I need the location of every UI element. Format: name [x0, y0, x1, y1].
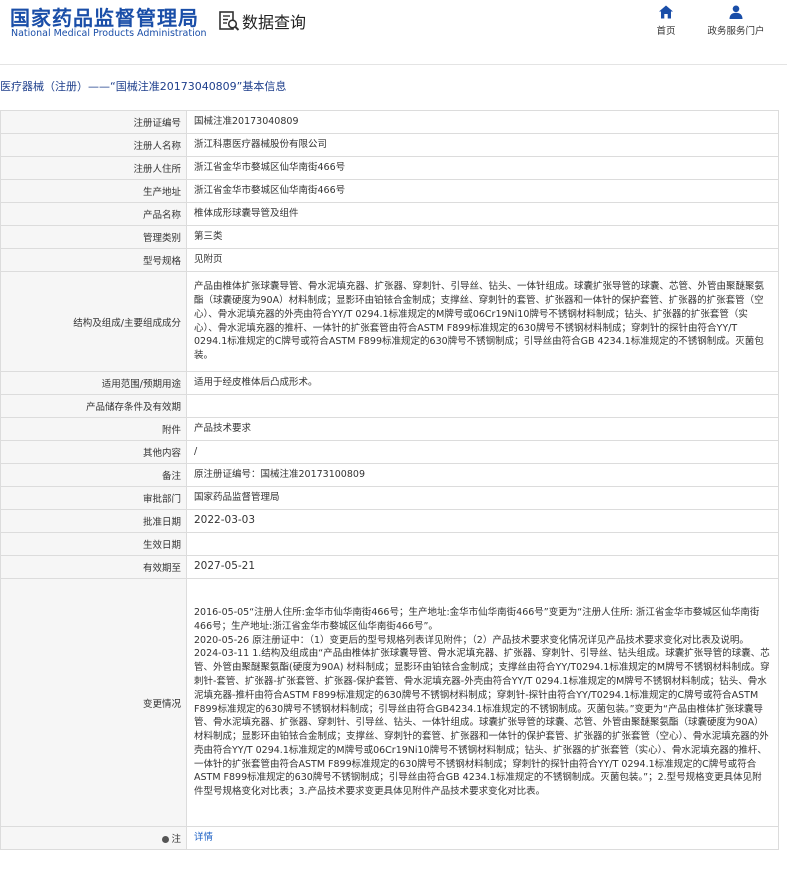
row-label: 产品名称 [0, 202, 187, 226]
row-label: 注册证编号 [0, 110, 187, 134]
row-label: 生产地址 [0, 179, 187, 203]
table-row: 结构及组成/主要组成成分 产品由椎体扩张球囊导管、骨水泥填充器、扩张器、穿刺针、… [0, 271, 779, 372]
row-label: 产品储存条件及有效期 [0, 394, 187, 418]
remark-value: 原注册证编号：国械注准20173100809 [186, 463, 779, 487]
table-row: 产品名称 椎体成形球囊导管及组件 [0, 202, 779, 226]
row-label: 注册人住所 [0, 156, 187, 180]
note-icon [162, 836, 170, 843]
table-row: 生产地址 浙江省金华市婺城区仙华南街466号 [0, 179, 779, 203]
user-icon [729, 5, 743, 19]
table-row: 产品储存条件及有效期 [0, 394, 779, 418]
registrant-value: 浙江科惠医疗器械股份有限公司 [186, 133, 779, 157]
row-label: 管理类别 [0, 225, 187, 249]
table-row: 变更情况 2016-05-05“注册人住所:金华市仙华南街466号；生产地址:金… [0, 578, 779, 827]
other-value: / [186, 440, 779, 464]
row-label: 结构及组成/主要组成成分 [0, 271, 187, 372]
row-label: 审批部门 [0, 486, 187, 510]
change-entry: 2024-03-11 1.结构及组成由“产品由椎体扩张球囊导管、骨水泥填充器、扩… [194, 648, 770, 798]
table-row: 生效日期 [0, 532, 779, 556]
storage-value [186, 394, 779, 418]
row-label: 有效期至 [0, 555, 187, 579]
logo-title-en[interactable]: National Medical Products Administration [11, 28, 207, 39]
table-row: 注 详情 [0, 826, 779, 850]
change-entry: 2016-05-05“注册人住所:金华市仙华南街466号；生产地址:金华市仙华南… [194, 607, 760, 632]
table-row: 注册人名称 浙江科惠医疗器械股份有限公司 [0, 133, 779, 157]
scope-value: 适用于经皮椎体后凸成形术。 [186, 371, 779, 395]
row-label: 附件 [0, 417, 187, 441]
row-label: 备注 [0, 463, 187, 487]
registrant-addr-value: 浙江省金华市婺城区仙华南街466号 [186, 156, 779, 180]
row-label: 批准日期 [0, 509, 187, 533]
row-label: 其他内容 [0, 440, 187, 464]
approval-dept-value: 国家药品监督管理局 [186, 486, 779, 510]
valid-until-value: 2027-05-21 [186, 555, 779, 579]
logo-title-cn[interactable]: 国家药品监督管理局 [10, 2, 199, 31]
table-row: 适用范围/预期用途 适用于经皮椎体后凸成形术。 [0, 371, 779, 395]
table-row: 批准日期 2022-03-03 [0, 509, 779, 533]
structure-value: 产品由椎体扩张球囊导管、骨水泥填充器、扩张器、穿刺针、引导丝、钻头、一体针组成。… [186, 271, 779, 372]
site-header: 国家药品监督管理局 National Medical Products Admi… [0, 0, 787, 64]
row-label: 型号规格 [0, 248, 187, 272]
table-row: 型号规格 见附页 [0, 248, 779, 272]
table-row: 管理类别 第三类 [0, 225, 779, 249]
table-row: 审批部门 国家药品监督管理局 [0, 486, 779, 510]
nav-gov-service-label: 政务服务门户 [707, 26, 765, 37]
attachment-value: 产品技术要求 [186, 417, 779, 441]
note-value: 详情 [186, 826, 779, 850]
reg-no-value: 国械注准20173040809 [186, 110, 779, 134]
nav-home[interactable]: 首页 [649, 4, 683, 37]
note-label: 注 [0, 826, 187, 850]
production-addr-value: 浙江省金华市婺城区仙华南街466号 [186, 179, 779, 203]
table-row: 其他内容 / [0, 440, 779, 464]
home-icon [659, 5, 673, 19]
row-label: 变更情况 [0, 578, 187, 827]
row-label: 注 [171, 834, 181, 845]
change-entry: 2020-05-26 原注册证中：（1）变更后的型号规格列表详见附件；（2）产品… [194, 634, 749, 646]
row-label: 适用范围/预期用途 [0, 371, 187, 395]
table-row: 有效期至 2027-05-21 [0, 555, 779, 579]
mgmt-class-value: 第三类 [186, 225, 779, 249]
effective-date-value [186, 532, 779, 556]
row-label: 注册人名称 [0, 133, 187, 157]
breadcrumb-text: 医疗器械（注册）——“国械注准20173040809”基本信息 [0, 80, 287, 93]
table-row: 注册证编号 国械注准20173040809 [0, 110, 779, 134]
table-row: 附件 产品技术要求 [0, 417, 779, 441]
model-spec-value: 见附页 [186, 248, 779, 272]
change-history-value: 2016-05-05“注册人住所:金华市仙华南街466号；生产地址:金华市仙华南… [186, 578, 779, 827]
details-link[interactable]: 详情 [194, 832, 213, 843]
registration-detail-table: 注册证编号 国械注准20173040809 注册人名称 浙江科惠医疗器械股份有限… [0, 110, 779, 850]
nav-gov-service[interactable]: 政务服务门户 [700, 4, 772, 37]
nav-home-label: 首页 [656, 26, 676, 37]
table-row: 注册人住所 浙江省金华市婺城区仙华南街466号 [0, 156, 779, 180]
table-row: 备注 原注册证编号：国械注准20173100809 [0, 463, 779, 487]
breadcrumb: 医疗器械（注册）——“国械注准20173040809”基本信息 [0, 64, 787, 108]
product-name-value: 椎体成形球囊导管及组件 [186, 202, 779, 226]
approval-date-value: 2022-03-03 [186, 509, 779, 533]
row-label: 生效日期 [0, 532, 187, 556]
data-query-title: 数据查询 [242, 13, 307, 32]
data-query-icon [219, 11, 240, 31]
